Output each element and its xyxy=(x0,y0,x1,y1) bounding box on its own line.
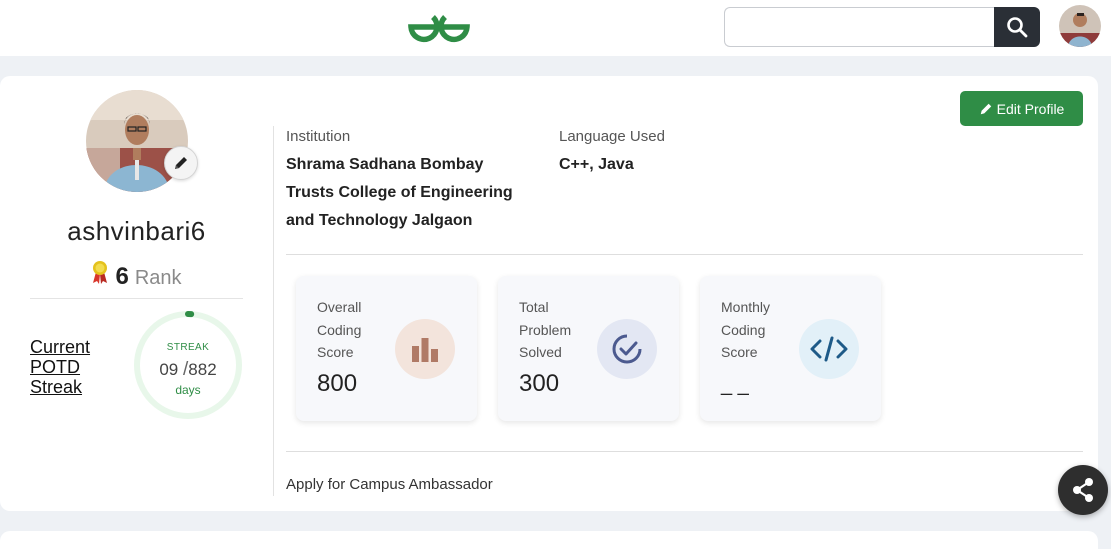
institution-line: and Technology Jalgaon xyxy=(286,212,473,229)
bar-chart-icon xyxy=(395,319,455,379)
divider xyxy=(30,298,243,299)
institution-line: Trusts College of Engineering xyxy=(286,184,513,201)
institution-value: Shrama Sadhana Bombay Trusts College of … xyxy=(286,151,546,235)
edit-profile-button[interactable]: Edit Profile xyxy=(960,91,1083,126)
stat-title: Monthly Coding Score xyxy=(721,296,811,364)
stat-title-line: Overall xyxy=(317,299,362,315)
edit-profile-label: Edit Profile xyxy=(996,100,1065,117)
stat-title-line: Monthly xyxy=(721,299,771,315)
profile-card: ashvinbari6 6 Rank Current POTD Streak S… xyxy=(0,76,1098,511)
vertical-divider xyxy=(273,126,274,496)
stat-title-line: Total xyxy=(519,299,549,315)
search-input[interactable] xyxy=(724,7,996,47)
streak-count: 09 /882 xyxy=(133,359,243,381)
stat-title: Total Problem Solved xyxy=(519,296,609,364)
streak-total: 882 xyxy=(188,360,217,379)
institution-line: Shrama Sadhana Bombay xyxy=(286,156,484,173)
stat-title-line: Coding xyxy=(317,321,362,338)
top-navbar xyxy=(0,0,1111,56)
language-value: C++, Java xyxy=(559,156,634,173)
rank-label: Rank xyxy=(134,267,182,289)
stat-title-line: Score xyxy=(721,344,758,360)
rank-value: 6 xyxy=(115,263,129,290)
potd-streak-link[interactable]: Current POTD Streak xyxy=(30,337,120,397)
stat-title-line: Coding xyxy=(721,321,766,338)
username: ashvinbari6 xyxy=(67,216,206,246)
campus-ambassador-link[interactable]: Apply for Campus Ambassador xyxy=(286,476,493,493)
code-icon xyxy=(799,319,859,379)
streak-current: 09 xyxy=(159,360,179,379)
stat-card-problems-solved: Total Problem Solved 300 xyxy=(498,276,679,421)
divider xyxy=(286,254,1083,255)
pencil-icon xyxy=(980,103,991,114)
stat-value: 300 xyxy=(519,370,560,397)
stat-value: 800 xyxy=(317,370,358,397)
pencil-icon xyxy=(175,157,187,169)
header-avatar[interactable] xyxy=(1059,5,1101,47)
language-label: Language Used xyxy=(559,128,665,145)
search-bar xyxy=(724,7,1040,47)
stat-title-line: Problem xyxy=(519,321,572,338)
divider xyxy=(286,451,1083,452)
streak-unit: days xyxy=(175,383,201,397)
gfg-logo-icon[interactable] xyxy=(406,8,472,46)
secondary-card xyxy=(0,531,1098,549)
stat-title-line: Score xyxy=(317,344,354,360)
medal-icon xyxy=(93,261,108,284)
edit-picture-button[interactable] xyxy=(164,146,198,180)
stat-card-monthly-score: Monthly Coding Score _ _ xyxy=(700,276,881,421)
share-button[interactable] xyxy=(1058,465,1108,515)
share-icon xyxy=(1073,478,1093,502)
rank-row: 6 Rank xyxy=(30,260,243,291)
search-button[interactable] xyxy=(994,7,1040,47)
stat-value: _ _ xyxy=(721,374,749,396)
stat-title: Overall Coding Score xyxy=(317,296,407,364)
institution-label: Institution xyxy=(286,128,351,145)
search-icon xyxy=(1007,17,1028,38)
streak-label: STREAK xyxy=(166,342,210,353)
check-circle-icon xyxy=(597,319,657,379)
stat-card-overall-score: Overall Coding Score 800 xyxy=(296,276,477,421)
stat-title-line: Solved xyxy=(519,344,562,360)
